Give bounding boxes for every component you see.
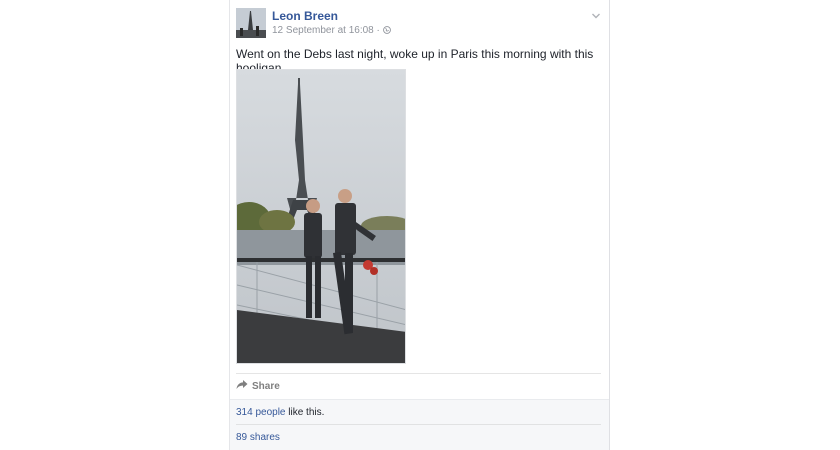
author-avatar[interactable] bbox=[236, 8, 266, 38]
ufi-section: 314 people like this. 89 shares bbox=[230, 399, 609, 450]
share-arrow-icon bbox=[236, 377, 248, 395]
timestamp-link[interactable]: 12 September at 16:08 bbox=[272, 25, 374, 36]
share-button[interactable]: Share bbox=[236, 378, 280, 394]
meta-separator: · bbox=[376, 25, 380, 36]
globe-icon bbox=[382, 26, 391, 37]
post-card: Leon Breen 12 September at 16:08 · Went … bbox=[229, 0, 610, 450]
likes-count-link[interactable]: 314 people bbox=[236, 407, 286, 418]
share-label: Share bbox=[252, 380, 280, 392]
post-photo[interactable] bbox=[236, 69, 406, 364]
shares-count-link[interactable]: 89 shares bbox=[236, 432, 280, 443]
action-divider bbox=[236, 373, 601, 374]
ufi-divider bbox=[236, 424, 601, 425]
likes-summary: 314 people like this. bbox=[236, 407, 324, 418]
likes-suffix: like this. bbox=[285, 407, 325, 418]
author-name-link[interactable]: Leon Breen bbox=[272, 9, 338, 23]
post-meta: 12 September at 16:08 · bbox=[272, 25, 391, 37]
chevron-down-icon[interactable] bbox=[591, 8, 601, 19]
